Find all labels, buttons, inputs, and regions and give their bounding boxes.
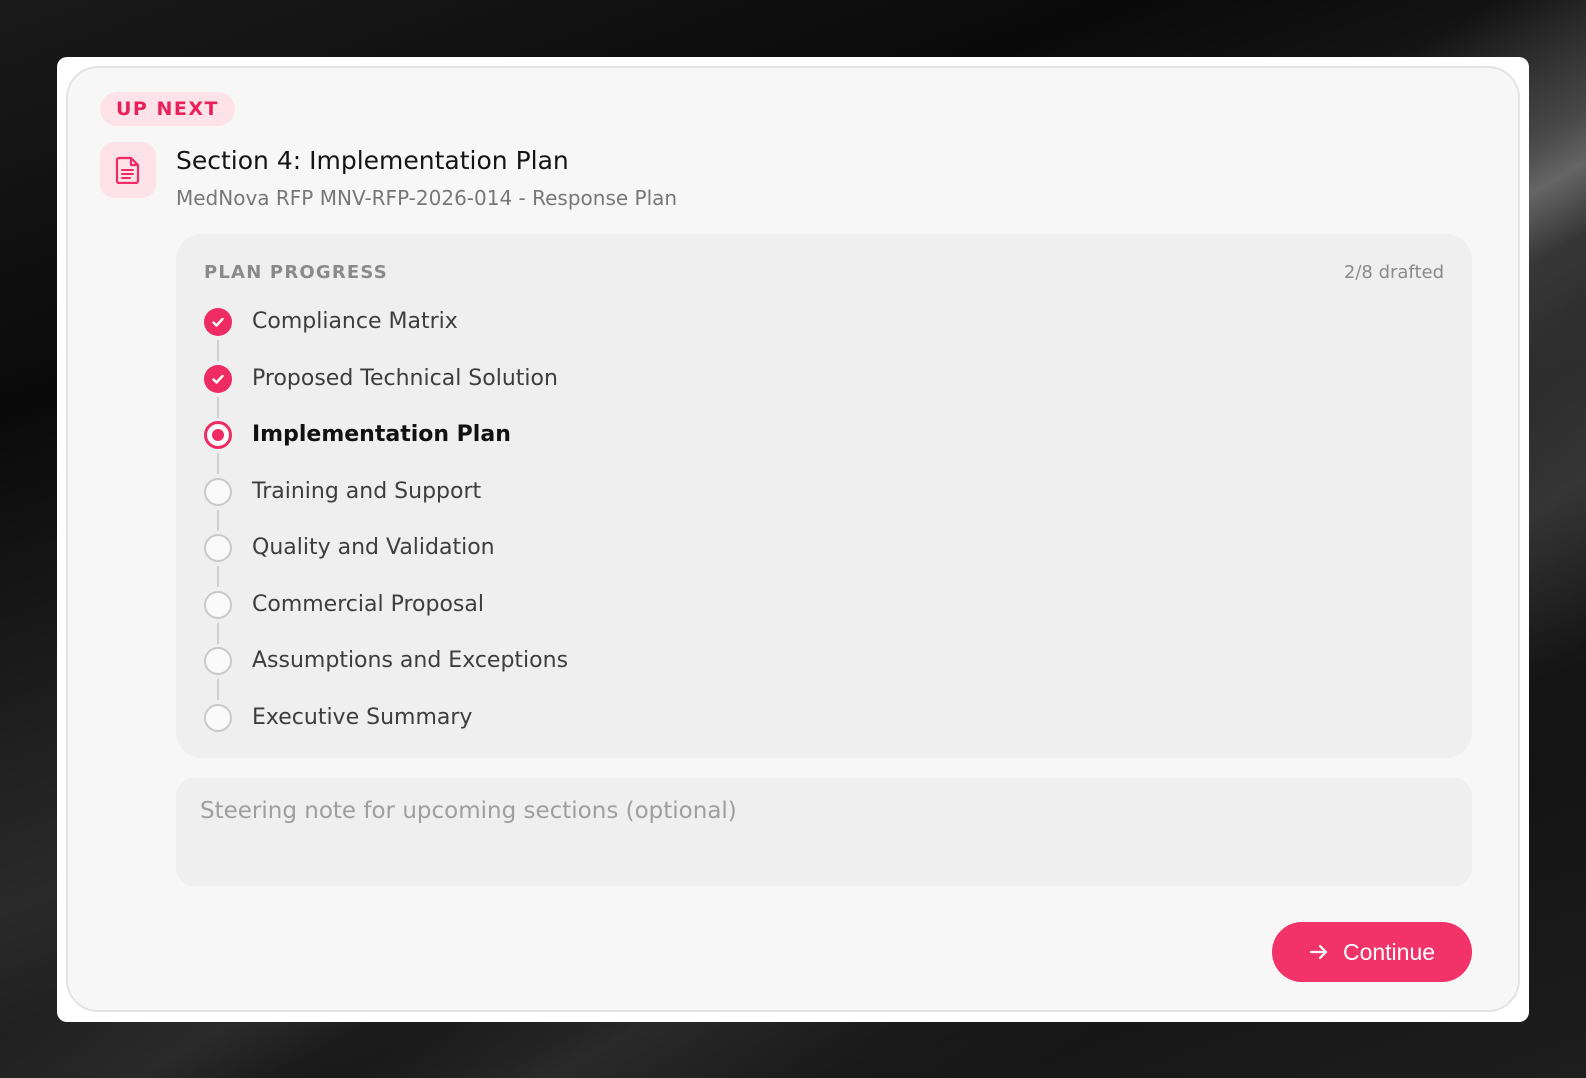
section-title: Section 4: Implementation Plan (176, 146, 569, 175)
step-label: Assumptions and Exceptions (252, 648, 569, 673)
step-label: Quality and Validation (252, 535, 495, 560)
step-label: Proposed Technical Solution (252, 365, 558, 391)
step-connector (217, 566, 219, 587)
check-circle-icon (204, 308, 232, 336)
progress-step: Implementation Plan (204, 421, 1404, 478)
current-step-icon (204, 421, 232, 449)
step-connector (217, 679, 219, 700)
step-connector (217, 622, 219, 644)
step-label: Executive Summary (252, 704, 473, 730)
step-connector (217, 453, 219, 474)
step-label: Training and Support (252, 478, 482, 504)
progress-step: Quality and Validation (204, 534, 1404, 591)
document-icon (100, 142, 156, 198)
plan-progress-label: PLAN PROGRESS (204, 262, 388, 283)
step-label: Implementation Plan (252, 422, 511, 447)
empty-circle-icon (204, 647, 232, 675)
progress-step: Training and Support (204, 477, 1404, 535)
progress-step: Executive Summary (204, 703, 1404, 761)
step-list: Compliance Matrix Proposed Technical Solu… (204, 308, 1404, 760)
step-connector (217, 340, 219, 361)
progress-step: Commercial Proposal (204, 590, 1404, 648)
plan-progress-panel: PLAN PROGRESS 2/8 drafted Compliance Mat… (176, 234, 1472, 758)
arrow-right-icon (1309, 944, 1328, 960)
progress-step: Proposed Technical Solution (204, 364, 1404, 422)
steering-note-input[interactable] (200, 798, 1448, 866)
up-next-badge: UP NEXT (100, 92, 235, 126)
continue-button[interactable]: Continue (1272, 922, 1472, 982)
check-circle-icon (204, 364, 232, 393)
progress-step: Assumptions and Exceptions (204, 647, 1404, 704)
up-next-card: UP NEXT Section 4: Implementation Plan M… (66, 66, 1520, 1012)
step-connector (217, 509, 219, 531)
empty-circle-icon (204, 590, 232, 619)
steering-note-box (176, 778, 1472, 886)
continue-label: Continue (1342, 938, 1436, 965)
step-connector (217, 396, 219, 418)
progress-step: Compliance Matrix (204, 308, 1404, 365)
plan-subtitle: MedNova RFP MNV-RFP-2026-014 - Response … (176, 186, 678, 210)
empty-circle-icon (204, 477, 232, 506)
step-label: Commercial Proposal (252, 591, 484, 617)
empty-circle-icon (204, 703, 232, 732)
empty-circle-icon (204, 534, 232, 562)
drafted-count: 2/8 drafted (1343, 262, 1444, 283)
step-label: Compliance Matrix (252, 309, 458, 334)
